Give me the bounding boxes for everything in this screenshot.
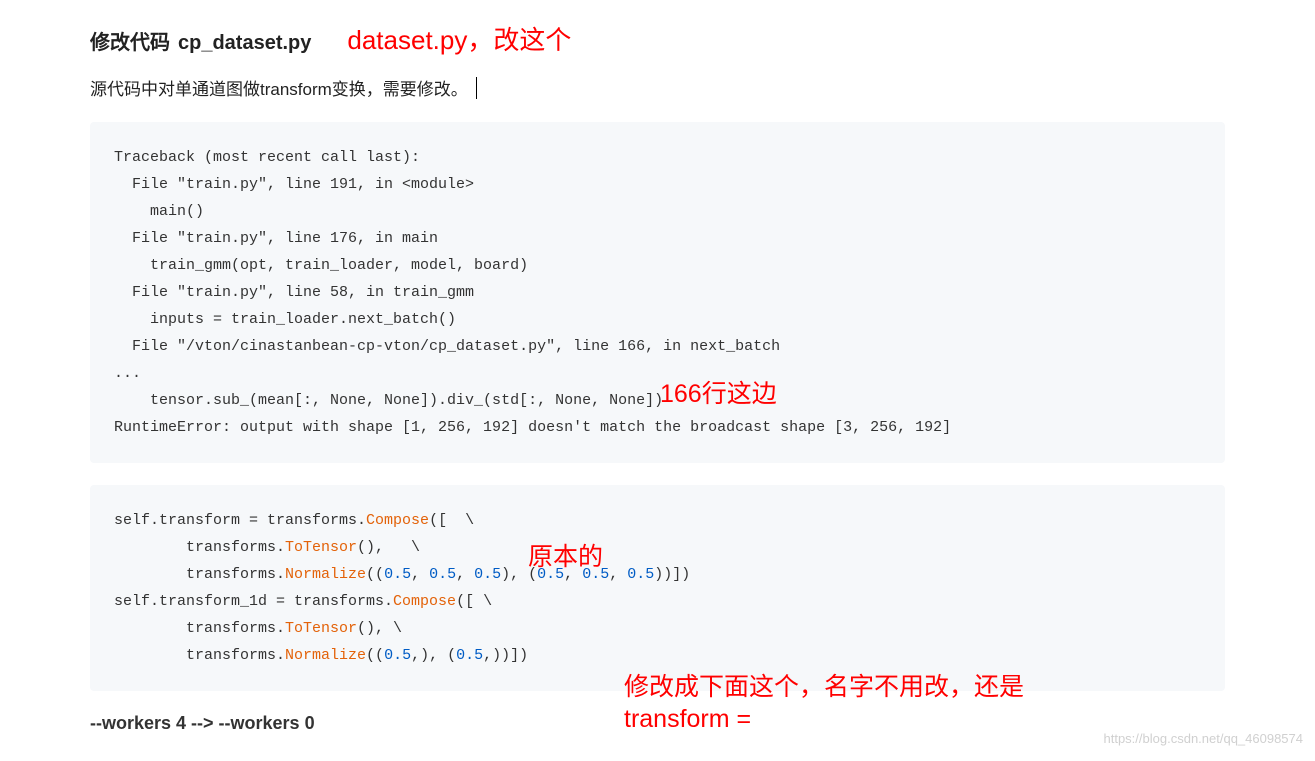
- code-text: ,), (: [411, 647, 456, 664]
- code-text: self.transform_1d = transforms.: [114, 593, 393, 610]
- code-line: File "train.py", line 176, in main: [114, 230, 438, 247]
- watermark: https://blog.csdn.net/qq_46098574: [1104, 731, 1304, 746]
- code-block-traceback: Traceback (most recent call last): File …: [90, 122, 1225, 463]
- heading: 修改代码 cp_dataset.py dataset.py，改这个: [90, 20, 1225, 57]
- code-keyword: ToTensor: [285, 539, 357, 556]
- code-line: File "train.py", line 58, in train_gmm: [114, 284, 474, 301]
- annotation-modify-line2: transform =: [624, 705, 751, 734]
- annotation-166: 166行这边: [660, 374, 777, 410]
- code-block-transform: self.transform = transforms.Compose([ \ …: [90, 485, 1225, 691]
- code-text: ((: [366, 566, 384, 583]
- code-text: (), \: [357, 539, 420, 556]
- code-text: self.transform = transforms.: [114, 512, 366, 529]
- code-text: ,: [456, 566, 474, 583]
- code-text: transforms.: [114, 620, 285, 637]
- code-number: 0.5: [384, 566, 411, 583]
- code-text: ([ \: [456, 593, 492, 610]
- code-number: 0.5: [429, 566, 456, 583]
- code-line: inputs = train_loader.next_batch(): [114, 311, 456, 328]
- code-text: ,))]): [483, 647, 528, 664]
- code-keyword: Compose: [366, 512, 429, 529]
- code-number: 0.5: [627, 566, 654, 583]
- description-line: 源代码中对单通道图做transform变换，需要修改。: [90, 75, 1225, 100]
- code-text: transforms.: [114, 566, 285, 583]
- code-text: ,: [609, 566, 627, 583]
- annotation-modify-line1: 修改成下面这个，名字不用改，还是: [624, 667, 1024, 703]
- code-keyword: Normalize: [285, 566, 366, 583]
- heading-prefix: 修改代码: [90, 26, 170, 55]
- code-line: main(): [114, 203, 204, 220]
- code-line: Traceback (most recent call last):: [114, 149, 420, 166]
- code-keyword: Normalize: [285, 647, 366, 664]
- code-text: ,: [411, 566, 429, 583]
- annotation-original: 原本的: [528, 537, 603, 573]
- code-line: File "/vton/cinastanbean-cp-vton/cp_data…: [114, 338, 780, 355]
- code-line: ...: [114, 365, 141, 382]
- code-number: 0.5: [456, 647, 483, 664]
- code-line: tensor.sub_(mean[:, None, None]).div_(st…: [114, 392, 663, 409]
- code-line: File "train.py", line 191, in <module>: [114, 176, 474, 193]
- annotation-heading: dataset.py，改这个: [347, 20, 571, 57]
- code-text: ([ \: [429, 512, 474, 529]
- code-text: (), \: [357, 620, 402, 637]
- code-line: train_gmm(opt, train_loader, model, boar…: [114, 257, 528, 274]
- code-text: ))]): [654, 566, 690, 583]
- description-text: 源代码中对单通道图做transform变换，需要修改。: [90, 75, 468, 100]
- code-number: 0.5: [384, 647, 411, 664]
- code-keyword: ToTensor: [285, 620, 357, 637]
- code-text: transforms.: [114, 647, 285, 664]
- heading-filename: cp_dataset.py: [178, 32, 311, 55]
- code-keyword: Compose: [393, 593, 456, 610]
- code-number: 0.5: [474, 566, 501, 583]
- code-text: ((: [366, 647, 384, 664]
- code-line: RuntimeError: output with shape [1, 256,…: [114, 419, 951, 436]
- code-text: transforms.: [114, 539, 285, 556]
- text-cursor-icon: [476, 77, 477, 99]
